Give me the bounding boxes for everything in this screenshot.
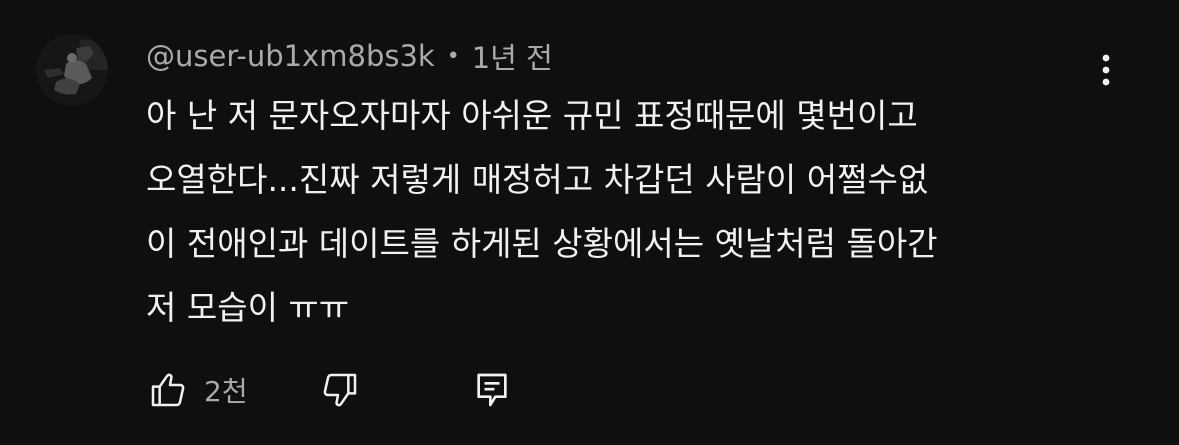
- avatar[interactable]: [36, 34, 108, 106]
- thumb-down-icon: [323, 373, 357, 407]
- comment-text-line: 저 모습이 ㅠㅠ: [146, 288, 350, 327]
- avatar-image: [36, 34, 108, 106]
- comment-header: @user-ub1xm8bs3k • 1년 전: [146, 36, 553, 76]
- like-button[interactable]: [146, 368, 190, 412]
- comment-text: 아 난 저 문자오자마자 아쉬운 규민 표정때문에 몇번이고 오열한다...진짜…: [146, 84, 1106, 340]
- separator-dot: •: [446, 43, 460, 69]
- comment-reply-icon: [477, 373, 507, 407]
- comment-timestamp[interactable]: 1년 전: [472, 35, 553, 77]
- comment-text-line: 이 전애인과 데이트를 하게된 상황에서는 옛날처럼 돌아간: [146, 224, 938, 263]
- reply-button[interactable]: [470, 368, 514, 412]
- like-count: 2천: [204, 375, 248, 408]
- dislike-button[interactable]: [318, 368, 362, 412]
- comment-thread: @user-ub1xm8bs3k • 1년 전 아 난 저 문자오자마자 아쉬운…: [0, 0, 1179, 445]
- comment-text-line: 오열한다...진짜 저렇게 매정허고 차갑던 사람이 어쩔수없: [146, 160, 929, 199]
- comment-text-line: 아 난 저 문자오자마자 아쉬운 규민 표정때문에 몇번이고: [146, 96, 918, 135]
- thumb-up-icon: [151, 373, 185, 407]
- author-name[interactable]: @user-ub1xm8bs3k: [146, 39, 435, 73]
- more-vertical-icon: [1102, 54, 1110, 86]
- comment-action-bar: 2천: [146, 364, 514, 416]
